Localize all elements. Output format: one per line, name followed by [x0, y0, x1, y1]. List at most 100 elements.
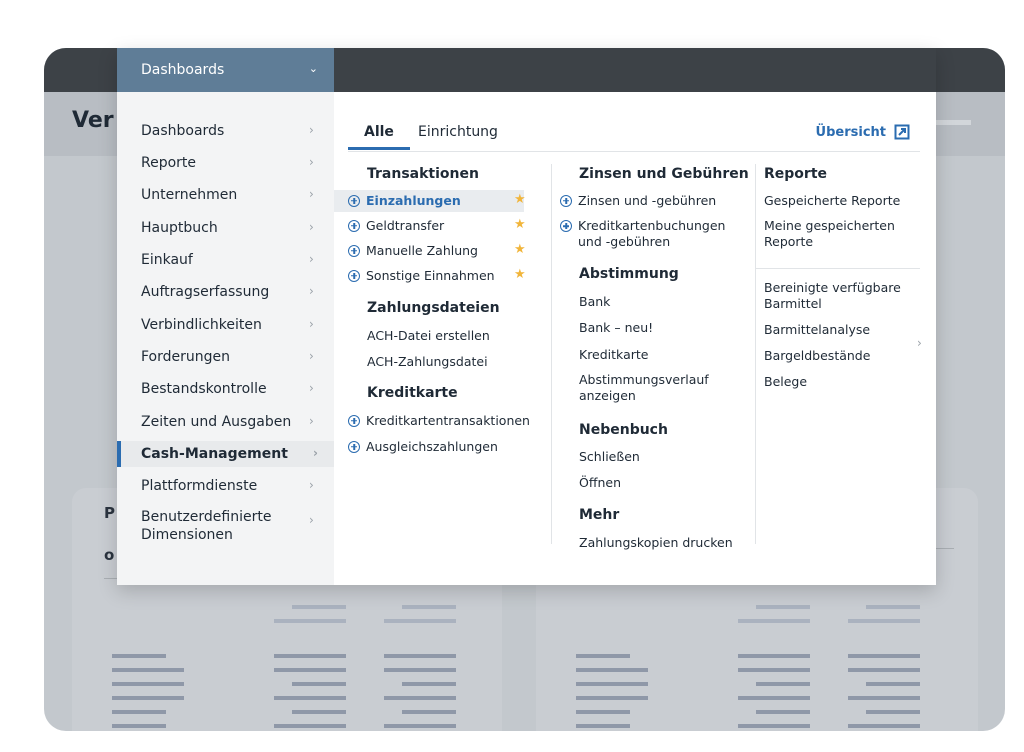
menu-link-print-payment-copies[interactable]: Zahlungskopien drucken: [579, 535, 733, 550]
placeholder-bar: [384, 724, 456, 728]
placeholder-bar: [848, 619, 920, 623]
nav-item-label: Benutzerdefinierte Dimensionen: [141, 509, 272, 543]
menu-link-receipts[interactable]: Belege: [764, 374, 807, 389]
add-icon: [348, 219, 360, 232]
placeholder-bar: [292, 710, 346, 714]
placeholder-bar: [384, 696, 456, 700]
chevron-right-icon: ›: [309, 381, 314, 395]
placeholder-bar: [112, 696, 184, 700]
menu-link-open[interactable]: Öffnen: [579, 475, 621, 490]
menu-link-create-ach-file[interactable]: ACH-Datei erstellen: [367, 328, 490, 343]
add-icon: [348, 194, 360, 207]
placeholder-bar: [384, 619, 456, 623]
placeholder-bar: [576, 682, 648, 686]
tab-setup[interactable]: Einrichtung: [418, 124, 498, 148]
placeholder-bar: [402, 682, 456, 686]
placeholder-bar: [576, 668, 648, 672]
overview-link[interactable]: Übersicht: [816, 124, 910, 140]
menu-link-cash-balances[interactable]: Bargeldbestände: [764, 348, 870, 363]
chevron-right-icon: ›: [309, 284, 314, 298]
placeholder-bar: [274, 724, 346, 728]
menu-link-reconciliation-history[interactable]: Abstimmungsverlauf anzeigen: [579, 372, 729, 404]
tab-all[interactable]: Alle: [348, 124, 410, 150]
nav-item-custom-dimensions[interactable]: Benutzerdefinierte Dimensionen ›: [117, 506, 334, 546]
nav-item-order-entry[interactable]: Auftragserfassung ›: [117, 279, 334, 305]
placeholder-bar: [848, 668, 920, 672]
menu-link-interest-fees[interactable]: Zinsen und -gebühren: [560, 193, 716, 208]
menu-link-close[interactable]: Schließen: [579, 449, 640, 464]
overview-label: Übersicht: [815, 124, 886, 140]
section-title-subledger: Nebenbuch: [579, 422, 668, 438]
section-title-reports: Reporte: [764, 166, 828, 182]
nav-item-reports[interactable]: Reporte ›: [117, 150, 334, 176]
placeholder-bar: [738, 724, 810, 728]
nav-item-general-ledger[interactable]: Hauptbuch ›: [117, 215, 334, 241]
chevron-right-icon[interactable]: ›: [917, 336, 922, 350]
menu-link-deposits[interactable]: Einzahlungen: [348, 193, 528, 208]
menu-link-ach-payment-file[interactable]: ACH-Zahlungsdatei: [367, 354, 488, 369]
placeholder-bar: [866, 682, 920, 686]
nav-item-label: Bestandskontrolle: [141, 381, 267, 397]
chevron-right-icon: ›: [309, 187, 314, 201]
placeholder-bar: [402, 605, 456, 609]
placeholder-bar: [292, 682, 346, 686]
menu-top-bar: [334, 48, 936, 92]
nav-item-label: Reporte: [141, 155, 197, 171]
menu-link-adjusted-available-cash[interactable]: Bereinigte verfügbare Barmittel: [764, 280, 914, 312]
menu-link-credit-card-transactions[interactable]: Kreditkartentransaktionen: [348, 413, 530, 428]
menu-link-bank-new[interactable]: Bank – neu!: [579, 320, 653, 335]
placeholder-bar: [576, 724, 630, 728]
placeholder-bar: [756, 605, 810, 609]
placeholder-bar: [576, 696, 648, 700]
external-link-icon: [894, 124, 910, 140]
nav-item-company[interactable]: Unternehmen ›: [117, 182, 334, 208]
section-title-payment-files: Zahlungsdateien: [367, 300, 500, 316]
add-icon: [348, 414, 360, 427]
section-title-credit-card: Kreditkarte: [367, 385, 458, 401]
nav-item-purchasing[interactable]: Einkauf ›: [117, 247, 334, 273]
nav-item-platform-services[interactable]: Plattformdienste ›: [117, 473, 334, 499]
nav-item-dashboards[interactable]: Dashboards ›: [117, 118, 334, 144]
nav-item-label: Unternehmen: [141, 187, 238, 203]
menu-link-label: Geldtransfer: [366, 218, 445, 233]
menu-link-credit-card-charges[interactable]: Kreditkartenbuchungen und -gebühren: [560, 218, 750, 250]
add-icon: [348, 440, 360, 453]
add-icon: [560, 220, 572, 232]
menu-link-settlement-payments[interactable]: Ausgleichszahlungen: [348, 439, 498, 454]
placeholder-bar: [274, 696, 346, 700]
placeholder-bar: [848, 696, 920, 700]
menu-link-label: Kreditkartenbuchungen und -gebühren: [578, 218, 726, 249]
placeholder-bar: [738, 668, 810, 672]
menu-link-label: Manuelle Zahlung: [366, 243, 478, 258]
section-title-transactions: Transaktionen: [367, 166, 479, 182]
menu-link-label: Sonstige Einnahmen: [366, 268, 495, 283]
mega-menu: Dashboards ⌄ Dashboards › Reporte › Untern…: [117, 48, 936, 585]
nav-item-cash-management[interactable]: Cash-Management ›: [117, 441, 334, 467]
menu-link-manual-payment[interactable]: Manuelle Zahlung: [348, 243, 478, 258]
nav-item-label: Auftragserfassung: [141, 284, 270, 300]
menu-link-credit-card[interactable]: Kreditkarte: [579, 347, 648, 362]
section-title-more: Mehr: [579, 507, 620, 523]
nav-item-label: Cash-Management: [141, 446, 288, 462]
menu-content: Alle Einrichtung Übersicht Transaktionen…: [334, 92, 936, 585]
chevron-right-icon: ›: [309, 220, 314, 234]
nav-item-inventory-control[interactable]: Bestandskontrolle ›: [117, 376, 334, 402]
menu-link-other-receipts[interactable]: Sonstige Einnahmen: [348, 268, 495, 283]
column-divider: [755, 164, 756, 544]
menu-link-saved-reports[interactable]: Gespeicherte Reporte: [764, 193, 900, 208]
placeholder-bar: [274, 654, 346, 658]
placeholder-bar: [756, 710, 810, 714]
menu-link-fund-transfer[interactable]: Geldtransfer: [348, 218, 444, 233]
nav-item-time-expenses[interactable]: Zeiten und Ausgaben ›: [117, 409, 334, 435]
nav-item-label: Verbindlichkeiten: [141, 317, 262, 333]
placeholder-bar: [576, 710, 630, 714]
menu-link-cash-analysis[interactable]: Barmittelanalyse: [764, 322, 870, 337]
placeholder-bar: [576, 654, 630, 658]
menu-link-bank[interactable]: Bank: [579, 294, 610, 309]
nav-item-receivables[interactable]: Forderungen ›: [117, 344, 334, 370]
nav-item-payables[interactable]: Verbindlichkeiten ›: [117, 312, 334, 338]
nav-dropdown-trigger[interactable]: Dashboards ⌄: [117, 48, 334, 92]
chevron-right-icon: ›: [309, 478, 314, 492]
menu-link-my-saved-reports[interactable]: Meine gespeicherten Reporte: [764, 218, 904, 250]
section-title-reconciliation: Abstimmung: [579, 266, 679, 282]
